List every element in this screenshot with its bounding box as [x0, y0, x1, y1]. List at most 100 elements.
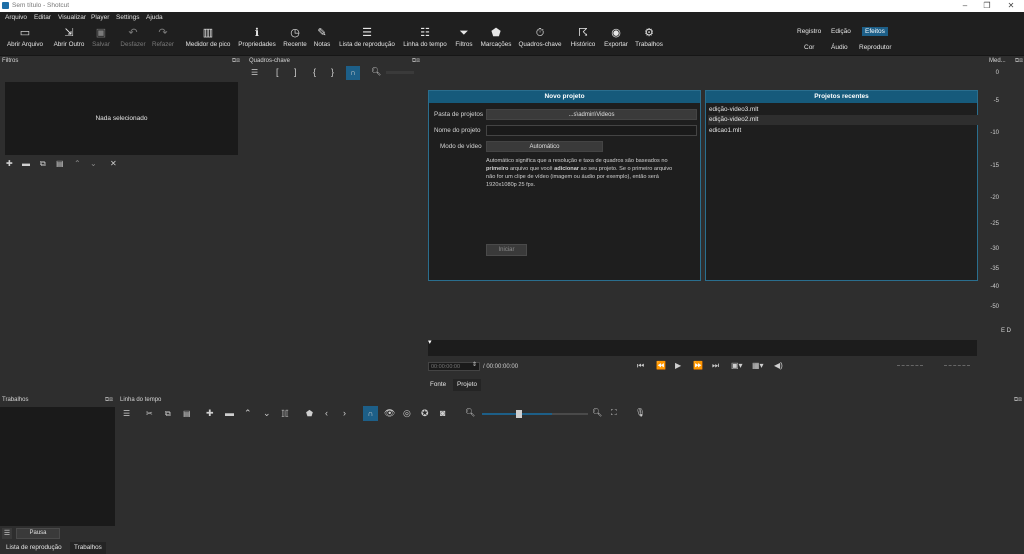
copy-icon[interactable]: ⧉ — [165, 409, 171, 419]
split-icon[interactable]: ⟧⟦ — [281, 409, 289, 418]
paste-icon[interactable]: ▤ — [183, 409, 191, 418]
volume-icon[interactable]: ◀) — [774, 361, 783, 370]
project-name-input[interactable] — [486, 125, 697, 136]
player-scrubber[interactable]: ▾ — [428, 339, 977, 356]
undo-button[interactable]: ↶ Desfazer — [118, 23, 148, 56]
zoom-fit-icon[interactable]: ⛶ — [611, 408, 617, 418]
start-project-button[interactable]: Iniciar — [486, 244, 527, 256]
video-mode-select[interactable]: Automático — [486, 141, 603, 152]
snap-icon[interactable]: ∩ — [346, 66, 360, 80]
scrub-icon[interactable]: 👁︎ — [384, 408, 395, 419]
jobs-button[interactable]: ⚙ Trabalhos — [634, 23, 664, 56]
copy-filter-icon[interactable]: ⧉ — [40, 159, 46, 169]
dock-float-close-icon[interactable]: ⧉⊠ — [232, 58, 240, 65]
layout-audio[interactable]: Áudio — [828, 43, 851, 52]
add-filter-icon[interactable]: ✚ — [6, 159, 13, 168]
rewind-icon[interactable]: ⏪ — [656, 361, 666, 370]
lift-icon[interactable]: ⌃ — [244, 408, 252, 419]
menu-editar[interactable]: Editar — [34, 14, 51, 21]
skip-end-icon[interactable]: ⏭ — [712, 361, 719, 371]
set-in-icon[interactable]: [ — [276, 67, 279, 77]
dock-float-close-icon[interactable]: ⧉⊠ — [1015, 58, 1023, 65]
tab-jobs[interactable]: Trabalhos — [70, 542, 106, 554]
redo-button[interactable]: ↷ Refazer — [150, 23, 176, 56]
append-icon[interactable]: ✚ — [206, 408, 214, 419]
prev-marker-icon[interactable]: ‹ — [325, 408, 328, 418]
zoom-out-icon[interactable]: 🔍︎ — [465, 408, 475, 417]
zoom-slider[interactable] — [386, 71, 414, 74]
ripple-markers-icon[interactable]: ◙ — [440, 408, 445, 418]
play-icon[interactable]: ▶ — [675, 361, 681, 370]
properties-button[interactable]: ℹ Propriedades — [237, 23, 277, 56]
marker-icon[interactable]: ⬟ — [306, 409, 313, 418]
recent-button[interactable]: ◷ Recente — [282, 23, 308, 56]
recent-project-item[interactable]: edição-video2.mlt — [708, 115, 978, 125]
layout-edicao[interactable]: Edição — [828, 27, 854, 36]
dock-float-close-icon[interactable]: ⧉⊠ — [412, 58, 420, 65]
ripple-icon[interactable]: ◎ — [403, 408, 411, 419]
layout-registro[interactable]: Registro — [794, 27, 824, 36]
layout-reprodutor[interactable]: Reprodutor — [856, 43, 895, 52]
menu-settings[interactable]: Settings — [116, 14, 140, 21]
export-button[interactable]: ◉ Exportar — [602, 23, 630, 56]
ripple-all-icon[interactable]: ✪ — [421, 408, 429, 419]
deselect-icon[interactable]: ✕ — [110, 159, 117, 168]
out-point-slider[interactable] — [944, 365, 970, 367]
peak-meter-button[interactable]: ▥ Medidor de pico — [183, 23, 233, 56]
timeline-menu-icon[interactable]: ☰ — [123, 409, 130, 418]
move-up-icon[interactable]: ⌃ — [74, 159, 81, 168]
cut-icon[interactable]: ✂ — [146, 409, 153, 418]
tab-playlist[interactable]: Lista de reprodução — [2, 542, 66, 554]
recent-project-item[interactable]: edicao1.mlt — [708, 126, 978, 136]
menu-icon[interactable]: ☰ — [251, 68, 258, 77]
zoom-out-icon[interactable]: 🔍︎ — [371, 67, 381, 76]
menu-ajuda[interactable]: Ajuda — [146, 14, 163, 21]
menu-player[interactable]: Player — [91, 14, 109, 21]
tab-fonte[interactable]: Fonte — [426, 379, 451, 391]
recent-project-item[interactable]: edição-video3.mlt — [708, 105, 978, 115]
filters-list[interactable]: Nada selecionado — [5, 82, 238, 155]
record-audio-icon[interactable]: 🎙︎ — [635, 408, 645, 417]
history-button[interactable]: ☈ Histórico — [568, 23, 598, 56]
dock-float-close-icon[interactable]: ⧉⊠ — [1014, 397, 1022, 404]
keyframes-button[interactable]: ⏱ Quadros-chave — [517, 23, 563, 56]
timeline-area[interactable] — [117, 427, 1024, 554]
save-button[interactable]: ▣ Salvar — [90, 23, 112, 56]
zoom-slider-handle[interactable] — [516, 410, 522, 418]
grid-icon[interactable]: ▦▾ — [752, 361, 764, 370]
pause-button[interactable]: Pausa — [16, 528, 60, 539]
move-down-icon[interactable]: ⌄ — [90, 159, 97, 168]
zoom-in-icon[interactable]: 🔍︎ — [592, 408, 602, 417]
timeline-button[interactable]: ☷ Linha do tempo — [401, 23, 449, 56]
set-out-icon[interactable]: ] — [294, 67, 297, 77]
project-folder-button[interactable]: ...s\admin\Videos — [486, 109, 697, 120]
markers-button[interactable]: ⬟ Marcações — [479, 23, 513, 56]
menu-visualizar[interactable]: Visualizar — [58, 14, 86, 21]
skip-start-icon[interactable]: ⏮ — [637, 361, 644, 371]
keyframe-next-icon[interactable]: } — [331, 67, 334, 77]
close-button[interactable]: ✕ — [996, 1, 1024, 10]
remove-icon[interactable]: ▬ — [225, 408, 234, 418]
layout-efeitos[interactable]: Efeitos — [862, 27, 888, 36]
jobs-menu-icon[interactable]: ☰ — [2, 528, 12, 539]
snap-icon[interactable]: ∩ — [363, 406, 378, 421]
open-file-button[interactable]: ▭ Abrir Arquivo — [4, 23, 46, 56]
filters-button[interactable]: ⏷ Filtros — [453, 23, 475, 56]
paste-filter-icon[interactable]: ▤ — [56, 159, 64, 168]
open-other-button[interactable]: ⇲ Abrir Outro — [50, 23, 88, 56]
dock-float-close-icon[interactable]: ⧉⊠ — [105, 397, 113, 404]
jobs-list[interactable] — [0, 407, 115, 526]
menu-arquivo[interactable]: Arquivo — [5, 14, 27, 21]
zoom-fit-icon[interactable]: ▣▾ — [731, 361, 743, 370]
next-marker-icon[interactable]: › — [343, 408, 346, 418]
playlist-button[interactable]: ☰ Lista de reprodução — [338, 23, 396, 56]
tab-projeto[interactable]: Projeto — [453, 379, 481, 391]
notes-button[interactable]: ✎ Notas — [312, 23, 332, 56]
keyframe-prev-icon[interactable]: { — [313, 67, 316, 77]
fast-forward-icon[interactable]: ⏩ — [693, 361, 703, 370]
in-point-slider[interactable] — [897, 365, 923, 367]
layout-cor[interactable]: Cor — [801, 43, 817, 52]
remove-filter-icon[interactable]: ▬ — [22, 159, 30, 168]
timecode-spin-icon[interactable]: ⇕ — [472, 361, 477, 368]
keyframes-area[interactable] — [248, 80, 422, 398]
